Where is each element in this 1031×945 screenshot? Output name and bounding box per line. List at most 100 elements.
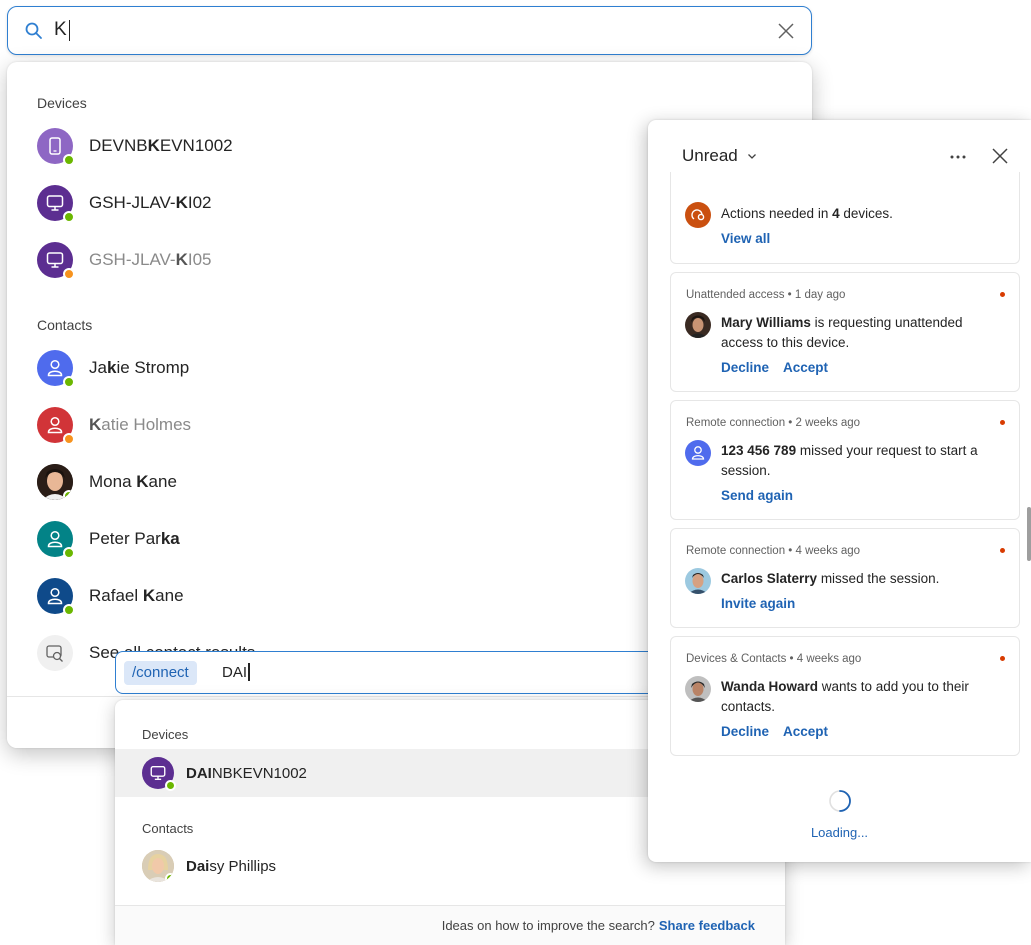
unread-indicator bbox=[1000, 548, 1005, 553]
decline-button[interactable]: Decline bbox=[721, 724, 769, 739]
more-options-icon[interactable] bbox=[945, 144, 971, 168]
contact-photo-avatar bbox=[142, 850, 174, 882]
online-status-dot bbox=[63, 490, 73, 500]
device-result-row[interactable]: DAINBKEVN1002 bbox=[142, 751, 307, 795]
notification-actions: Invite again bbox=[721, 596, 809, 611]
notification-actions: Send again bbox=[721, 488, 807, 503]
notification-meta: Remote connection • 2 weeks ago bbox=[686, 417, 861, 429]
notification-message: Mary Williams is requesting unattended a… bbox=[721, 315, 963, 350]
contact-search-avatar bbox=[37, 635, 73, 671]
contact-result-row[interactable]: Jakie Stromp bbox=[37, 346, 189, 390]
device-result-row[interactable]: DEVNBKEVN1002 bbox=[37, 124, 233, 168]
online-status-dot bbox=[165, 780, 176, 791]
away-status-dot bbox=[63, 433, 75, 445]
contact-photo-avatar bbox=[37, 464, 73, 500]
monitor-icon bbox=[46, 195, 64, 211]
notification-card: Devices & Contacts • 4 weeks ago Wanda H… bbox=[670, 636, 1020, 756]
contact-result-row[interactable]: Rafael Kane bbox=[37, 574, 184, 618]
notification-meta: Devices & Contacts • 4 weeks ago bbox=[686, 653, 862, 665]
notification-actions: Decline Accept bbox=[721, 724, 842, 739]
feedback-footer: Ideas on how to improve the search? Shar… bbox=[115, 905, 785, 945]
notification-filter-dropdown[interactable]: Unread bbox=[682, 146, 758, 166]
view-all-link[interactable]: View all bbox=[721, 231, 770, 246]
chevron-down-icon bbox=[747, 154, 756, 159]
monitor-icon bbox=[46, 252, 64, 268]
phone-icon bbox=[49, 137, 61, 155]
loading-label: Loading... bbox=[810, 825, 869, 840]
command-chip[interactable]: /connect bbox=[124, 661, 197, 685]
contact-name: Jakie Stromp bbox=[89, 358, 190, 377]
device-avatar bbox=[37, 242, 75, 280]
notification-card: Actions needed in 4 devices. View all bbox=[670, 172, 1020, 264]
online-status-dot bbox=[63, 154, 75, 166]
notification-message: Wanda Howard wants to add you to their c… bbox=[721, 679, 969, 714]
notification-card: Unattended access • 1 day ago Mary Willi… bbox=[670, 272, 1020, 392]
contacts-section-label: Contacts bbox=[37, 317, 93, 333]
search-input[interactable]: K bbox=[54, 19, 71, 41]
contact-avatar bbox=[685, 440, 711, 466]
person-photo-avatar bbox=[685, 676, 711, 702]
device-alert-avatar bbox=[685, 202, 711, 228]
contact-name: Peter Parka bbox=[89, 529, 180, 548]
online-status-dot bbox=[63, 604, 75, 616]
search-box[interactable]: K bbox=[7, 6, 812, 55]
notification-meta: Remote connection • 4 weeks ago bbox=[686, 545, 861, 557]
device-name: DAINBKEVN1002 bbox=[186, 764, 307, 782]
invite-again-button[interactable]: Invite again bbox=[721, 596, 795, 611]
notification-actions: View all bbox=[721, 231, 784, 246]
notification-card: Remote connection • 2 weeks ago 123 456 … bbox=[670, 400, 1020, 520]
contact-avatar bbox=[37, 407, 75, 445]
online-status-dot bbox=[63, 376, 75, 388]
device-result-row[interactable]: GSH-JLAV-KI02 bbox=[37, 181, 212, 225]
text-caret bbox=[248, 663, 250, 681]
contact-name: Mona Kane bbox=[89, 472, 177, 491]
unread-indicator bbox=[1000, 292, 1005, 297]
person-photo bbox=[685, 568, 711, 594]
clear-search-icon[interactable] bbox=[775, 20, 797, 42]
device-avatar bbox=[37, 128, 75, 166]
notification-card: Remote connection • 4 weeks ago Carlos S… bbox=[670, 528, 1020, 628]
contact-result-row[interactable]: Mona Kane bbox=[37, 460, 177, 504]
devices-section-label: Devices bbox=[37, 95, 87, 111]
devices-section-label: Devices bbox=[142, 727, 189, 742]
person-photo bbox=[685, 676, 711, 702]
notification-meta: Unattended access • 1 day ago bbox=[686, 289, 846, 301]
person-icon bbox=[47, 359, 63, 377]
alert-icon bbox=[691, 209, 705, 221]
send-again-button[interactable]: Send again bbox=[721, 488, 793, 503]
accept-button[interactable]: Accept bbox=[783, 724, 828, 739]
contact-name: Daisy Phillips bbox=[186, 857, 277, 875]
spinner-icon bbox=[828, 790, 851, 812]
person-photo-avatar bbox=[685, 312, 711, 338]
device-result-row[interactable]: GSH-JLAV-KI05 bbox=[37, 238, 212, 282]
notification-message: Actions needed in 4 devices. bbox=[721, 206, 893, 221]
device-name: GSH-JLAV-KI02 bbox=[89, 193, 212, 212]
online-status-dot bbox=[63, 211, 75, 223]
contact-result-row[interactable]: Peter Parka bbox=[37, 517, 180, 561]
contact-result-row[interactable]: Daisy Phillips bbox=[142, 844, 276, 888]
search-query-text: K bbox=[54, 19, 67, 40]
text-caret bbox=[68, 19, 71, 41]
person-icon bbox=[47, 587, 63, 605]
decline-button[interactable]: Decline bbox=[721, 360, 769, 375]
contact-search-icon bbox=[46, 645, 63, 662]
close-icon[interactable] bbox=[988, 144, 1012, 168]
online-status-dot bbox=[165, 873, 174, 882]
contact-avatar bbox=[37, 350, 75, 388]
scrollbar-thumb[interactable] bbox=[1027, 507, 1031, 561]
device-avatar bbox=[37, 185, 75, 223]
contact-result-row[interactable]: Katie Holmes bbox=[37, 403, 191, 447]
contact-avatar bbox=[37, 578, 75, 616]
accept-button[interactable]: Accept bbox=[783, 360, 828, 375]
connect-input[interactable]: DAI bbox=[222, 663, 250, 681]
unread-indicator bbox=[1000, 420, 1005, 425]
notification-actions: Decline Accept bbox=[721, 360, 842, 375]
filter-label: Unread bbox=[682, 146, 738, 165]
person-photo bbox=[685, 312, 711, 338]
connect-command-box[interactable]: /connect DAI bbox=[115, 651, 675, 694]
monitor-icon bbox=[150, 766, 166, 780]
person-icon bbox=[47, 416, 63, 434]
contact-name: Rafael Kane bbox=[89, 586, 184, 605]
search-icon bbox=[25, 22, 42, 39]
share-feedback-link[interactable]: Share feedback bbox=[659, 918, 755, 933]
